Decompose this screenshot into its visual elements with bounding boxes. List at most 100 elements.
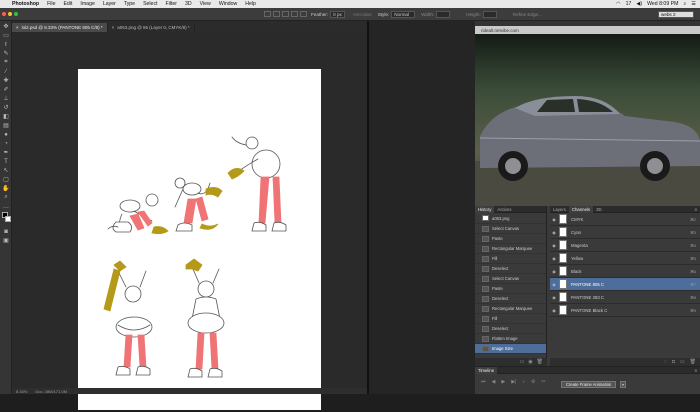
path-select-icon[interactable]: ↖ [2,167,10,174]
visibility-eye-icon[interactable]: ◉ [551,217,557,222]
volume-icon[interactable]: ◀) [636,1,642,7]
zoom-level[interactable]: 8.33% [16,389,27,394]
doc-tab-a063[interactable]: × a063.png @ 86 (Layer 0, CMYK/8) * [108,23,195,32]
transition-icon[interactable]: ✂ [541,379,545,385]
feather-input[interactable]: 0 px [330,10,345,18]
trash-icon[interactable]: 🗑 [537,359,543,365]
document-canvas[interactable] [78,69,321,410]
close-tab-icon[interactable]: × [112,25,115,30]
history-item[interactable]: Deselect [475,294,546,304]
close-tab-icon[interactable]: × [16,25,19,30]
history-item[interactable]: Fill [475,254,546,264]
tab-3d[interactable]: 3D [593,206,605,213]
channel-row[interactable]: ◉ PANTONE 283 C ⌘8 [550,291,700,304]
visibility-eye-icon[interactable]: ◉ [551,256,557,261]
channel-row[interactable]: ◉ Magenta ⌘4 [550,239,700,252]
channel-row[interactable]: ◉ CMYK ⌘2 [550,213,700,226]
menu-view[interactable]: View [196,1,215,7]
history-item[interactable]: Paste [475,284,546,294]
history-item[interactable]: Fill [475,314,546,324]
create-frame-animation-button[interactable]: Create Frame Animation [561,381,617,388]
marquee-tool-icon[interactable] [264,11,271,17]
menu-filter[interactable]: Filter [161,1,181,7]
chevron-down-icon[interactable]: ▾ [620,381,626,388]
channel-row[interactable]: ◉ Cyan ⌘3 [550,226,700,239]
healing-brush-icon[interactable]: ✚ [2,77,10,84]
width-input[interactable] [436,10,451,18]
tab-channels[interactable]: Channels [568,205,594,213]
tab-history[interactable]: History [475,205,495,213]
clone-stamp-icon[interactable]: ⊥ [2,95,10,102]
eraser-tool-icon[interactable]: ◧ [2,113,10,120]
panel-menu-icon[interactable]: ≡ [694,368,700,373]
lasso-tool-icon[interactable]: ℓ [2,41,10,48]
history-item-selected[interactable]: Image Size [475,344,546,354]
audio-icon[interactable]: ♪ [522,379,525,385]
snapshot-icon[interactable]: ◉ [528,359,532,365]
zoom-tool-icon[interactable]: ⌕ [2,194,10,201]
visibility-eye-icon[interactable]: ◉ [551,269,557,274]
minimize-window-icon[interactable] [8,12,12,16]
notification-icon[interactable]: ☰ [691,1,696,7]
quick-mask-icon[interactable]: ◙ [2,228,10,235]
menu-select[interactable]: Select [139,1,161,7]
trash-icon[interactable]: 🗑 [690,359,696,365]
settings-icon[interactable]: ⚙ [531,379,535,385]
style-select[interactable]: Normal [391,10,416,18]
doc-tab-lol2[interactable]: × lol2.psd @ 8.33% (PANTONE 805 C/8) * [12,23,108,32]
tab-actions[interactable]: Actions [494,206,514,213]
load-selection-icon[interactable]: ◌ [664,359,667,365]
refine-edge-button[interactable]: Refine Edge... [513,12,542,17]
visibility-eye-icon[interactable]: ◉ [551,230,557,235]
marquee-tool-icon[interactable]: ▭ [2,32,10,39]
workspace-select[interactable]: webs 2 [658,10,694,18]
history-item[interactable]: Rectangular Marquee [475,304,546,314]
visibility-eye-icon[interactable]: ◉ [551,308,557,313]
channel-row-selected[interactable]: ◉ PANTONE 805 C ⌘7 [550,278,700,291]
history-brush-icon[interactable]: ↺ [2,104,10,111]
zoom-window-icon[interactable] [14,12,18,16]
dodge-tool-icon[interactable]: ◔ [2,140,10,147]
menu-image[interactable]: Image [76,1,98,7]
menu-file[interactable]: File [43,1,59,7]
play-icon[interactable]: ▶ [501,379,505,385]
crop-tool-icon[interactable]: ⌗ [2,59,10,66]
channel-row[interactable]: ◉ Black ⌘6 [550,265,700,278]
new-channel-icon[interactable]: ▭ [680,359,685,365]
panel-menu-icon[interactable]: ≡ [694,207,700,212]
color-swatches[interactable] [1,212,11,226]
next-frame-icon[interactable]: ▶| [511,379,516,385]
history-item[interactable]: Deselect [475,264,546,274]
tab-timeline[interactable]: Timeline [475,366,498,374]
screen-mode-icon[interactable]: ▣ [2,237,10,244]
visibility-eye-icon[interactable]: ◉ [551,282,557,287]
type-tool-icon[interactable]: T [2,158,10,165]
history-item[interactable]: Flatten Image [475,334,546,344]
background-color-swatch[interactable] [5,216,11,222]
canvas-area[interactable] [12,32,367,410]
menu-help[interactable]: Help [241,1,260,7]
new-document-icon[interactable]: ▭ [520,359,525,365]
visibility-eye-icon[interactable]: ◉ [551,295,557,300]
history-item[interactable]: Deselect [475,324,546,334]
move-tool-icon[interactable]: ✥ [2,23,10,30]
hand-tool-icon[interactable]: ✋ [2,185,10,192]
menu-type[interactable]: Type [120,1,139,7]
channel-row[interactable]: ◉ PANTONE Black C ⌘9 [550,304,700,317]
pen-tool-icon[interactable]: ✒ [2,149,10,156]
close-window-icon[interactable] [2,12,6,16]
new-selection-icon[interactable] [273,11,280,17]
menu-edit[interactable]: Edit [59,1,76,7]
tab-layers[interactable]: Layers [550,206,569,213]
wifi-icon[interactable]: ◠ [616,1,621,7]
history-snapshot[interactable]: a063.png [475,213,546,224]
menu-window[interactable]: Window [215,1,241,7]
menu-layer[interactable]: Layer [99,1,120,7]
visibility-eye-icon[interactable]: ◉ [551,243,557,248]
brush-tool-icon[interactable]: ✐ [2,86,10,93]
more-tools-icon[interactable]: … [2,203,10,210]
history-item[interactable]: Select Canvas [475,274,546,284]
menu-3d[interactable]: 3D [181,1,196,7]
eyedropper-tool-icon[interactable]: ⁄ [2,68,10,75]
blur-tool-icon[interactable]: ● [2,131,10,138]
